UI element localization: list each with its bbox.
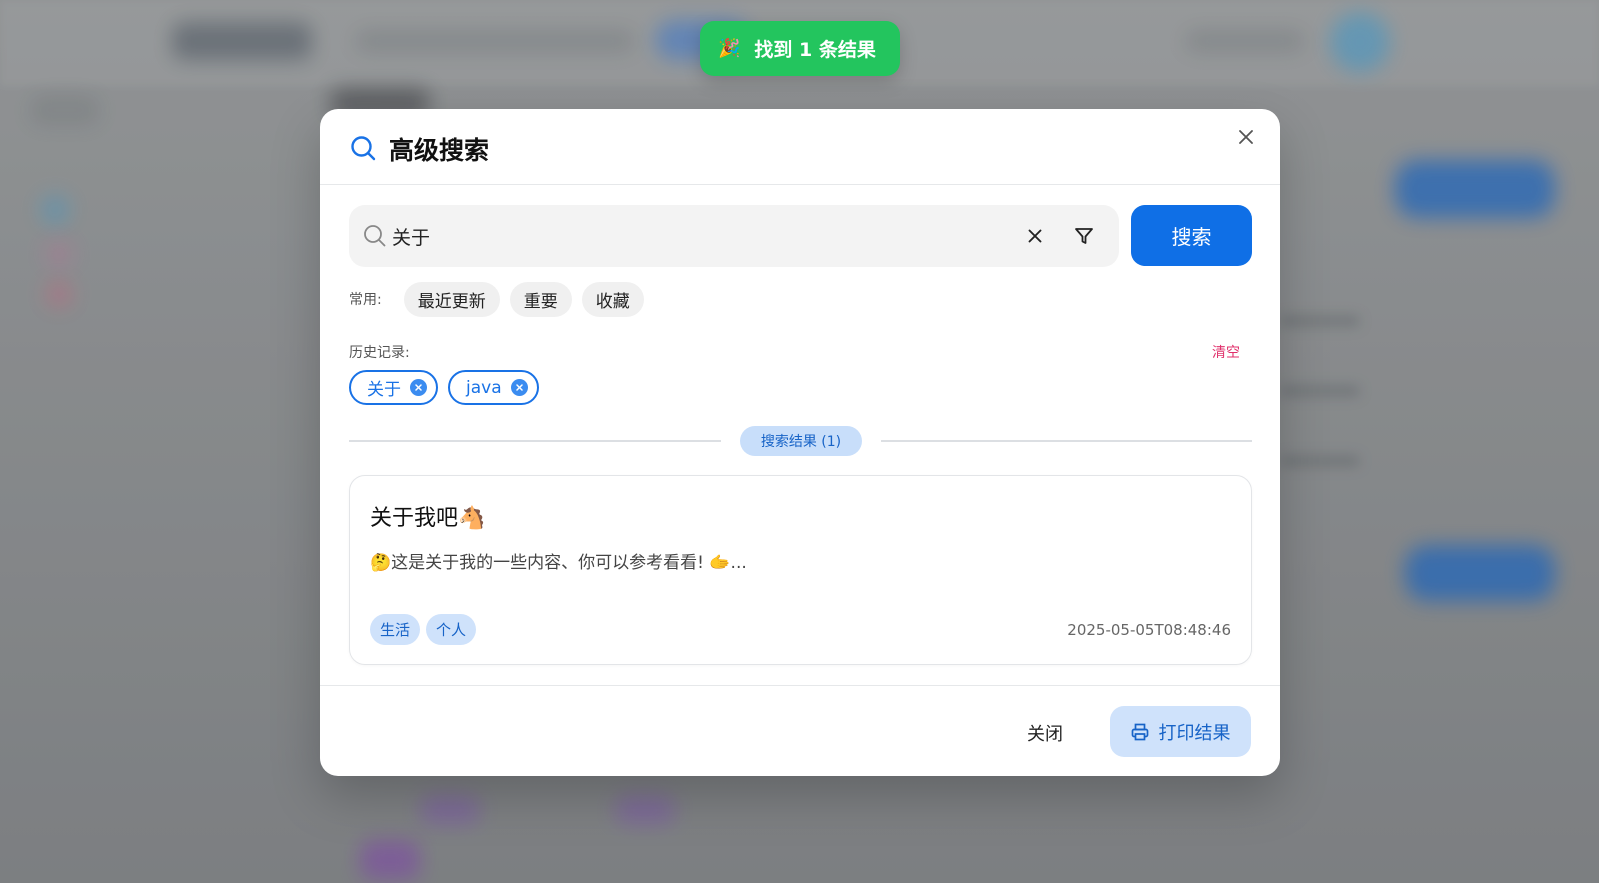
history-label: 历史记录: [349,345,410,361]
history-tag-label: 关于 [367,380,401,400]
search-box [349,205,1119,267]
print-results-button[interactable]: 打印结果 [1110,706,1251,757]
close-button[interactable]: 关闭 [1000,708,1090,757]
history-tag[interactable]: java [448,370,539,405]
common-chip-important[interactable]: 重要 [509,281,572,317]
history-tag[interactable]: 关于 [349,370,438,405]
clear-icon[interactable] [1023,224,1047,248]
history-tag-label: java [466,377,502,398]
result-title: 关于我吧🐴 [370,506,486,531]
result-tag: 个人 [426,614,477,645]
common-chip-recent[interactable]: 最近更新 [403,281,500,317]
print-button-label: 打印结果 [1158,722,1231,744]
common-chip-favorite[interactable]: 收藏 [581,281,644,317]
result-tags: 生活 个人 [370,614,477,645]
search-result-card[interactable]: 关于我吧🐴 🤔这是关于我的一些内容、你可以参考看看! 🫱... 生活 个人 20… [349,475,1252,665]
toast-text: 找到 1 条结果 [754,39,876,61]
modal-header: 高级搜索 [320,109,1280,185]
divider-line [881,440,1252,442]
printer-icon [1131,723,1148,740]
modal-title: 高级搜索 [389,136,490,165]
close-icon[interactable] [1234,125,1258,149]
divider-line [349,440,721,442]
result-date: 2025-05-05T08:48:46 [1067,621,1231,639]
common-label: 常用: [349,292,382,308]
result-tag: 生活 [370,614,421,645]
history-tags: 关于 java [349,370,539,405]
search-row: 搜索 [349,205,1252,267]
remove-icon[interactable] [510,379,528,396]
history-clear-link[interactable]: 清空 [1212,342,1240,362]
result-excerpt: 🤔这是关于我的一些内容、你可以参考看看! 🫱... [370,553,747,573]
search-button[interactable]: 搜索 [1131,205,1252,266]
success-toast: 🎉 找到 1 条结果 [700,21,900,76]
search-input[interactable] [392,217,992,255]
remove-icon[interactable] [410,379,427,396]
common-filters: 常用: 最近更新 重要 收藏 [349,281,644,317]
results-count-badge: 搜索结果 (1) [740,426,862,456]
search-icon [364,225,386,247]
filter-icon[interactable] [1071,223,1097,249]
modal-footer: 关闭 打印结果 [320,685,1280,776]
advanced-search-modal: 高级搜索 搜索 常用: 最近更新 重要 收藏 历史记录: 清空 [320,109,1280,776]
search-icon [351,136,376,161]
party-popper-icon: 🎉 [718,37,741,59]
